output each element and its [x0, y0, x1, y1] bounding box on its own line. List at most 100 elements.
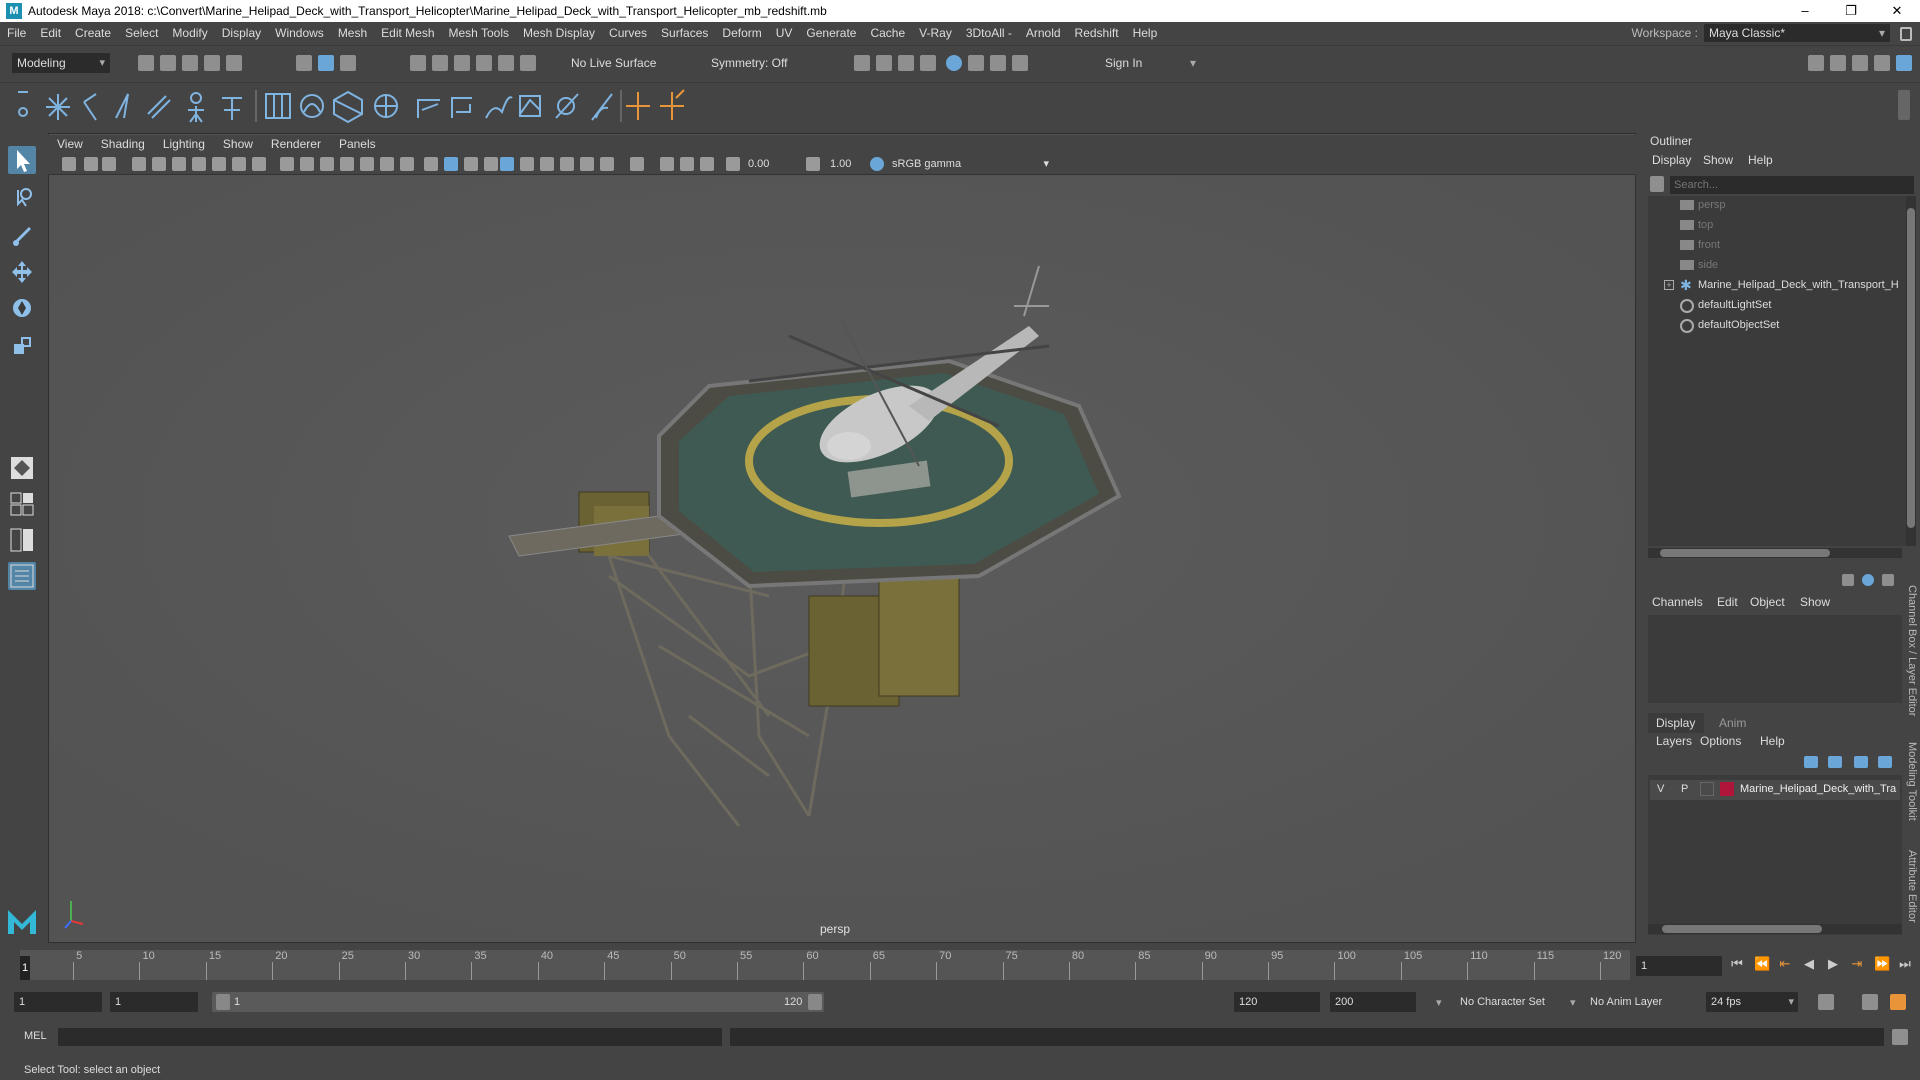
channel-box-key-icon[interactable]	[1842, 574, 1854, 586]
wire-tool-icon[interactable]	[451, 97, 472, 118]
play-backwards-icon[interactable]: ◀	[1802, 957, 1816, 971]
outliner-item-default-light-set[interactable]: defaultLightSet	[1698, 296, 1771, 314]
menu-file[interactable]: File	[0, 26, 33, 40]
isolate-select-icon[interactable]	[424, 157, 438, 171]
single-perspective-layout-button[interactable]	[8, 454, 36, 482]
channel-box-settings-icon[interactable]	[1882, 574, 1894, 586]
menu-arnold[interactable]: Arnold	[1019, 26, 1068, 40]
screen-space-ao-icon[interactable]	[540, 157, 554, 171]
menu-windows[interactable]: Windows	[268, 26, 331, 40]
isolate-icon[interactable]	[630, 157, 644, 171]
modeling-toolkit-icon[interactable]	[1808, 55, 1824, 71]
viewport-menu-renderer[interactable]: Renderer	[262, 137, 330, 151]
pencil-curve-tool-icon[interactable]	[115, 93, 129, 119]
bookmarks-icon[interactable]	[102, 157, 116, 171]
cv-curve-tool-icon[interactable]	[46, 94, 70, 120]
viewport-menu-panels[interactable]: Panels	[330, 137, 385, 151]
film-gate-icon[interactable]	[212, 157, 226, 171]
nonlinear-deformer-icon[interactable]	[555, 93, 579, 119]
aspect-ratio-icon[interactable]	[680, 157, 694, 171]
workspace-dropdown[interactable]: Maya Classic*	[1704, 24, 1890, 42]
safe-action-icon[interactable]	[300, 157, 314, 171]
minimize-icon[interactable]: –	[1782, 0, 1828, 22]
safe-title-icon[interactable]	[320, 157, 334, 171]
2d-pan-zoom-icon[interactable]	[152, 157, 166, 171]
paint-select-tool-button[interactable]	[8, 222, 36, 250]
outliner-toggle-icon[interactable]	[1896, 55, 1912, 71]
bezier-curve-tool-icon[interactable]	[147, 95, 171, 119]
blend-shape-icon[interactable]	[417, 99, 440, 118]
hud-icon[interactable]	[660, 157, 674, 171]
step-forward-key-icon[interactable]: ⏩	[1874, 957, 1890, 971]
character-set-dropdown[interactable]: No Character Set	[1460, 996, 1545, 1008]
gamma-icon[interactable]	[806, 157, 820, 171]
camera-attributes-icon[interactable]	[84, 157, 98, 171]
create-joints-icon[interactable]	[188, 92, 204, 123]
outliner-item-default-object-set[interactable]: defaultObjectSet	[1698, 316, 1779, 334]
grid-toggle-icon[interactable]	[192, 157, 206, 171]
channels-menu-edit[interactable]: Edit	[1717, 595, 1738, 609]
wireframe-icon[interactable]	[340, 157, 354, 171]
cluster-icon[interactable]	[300, 94, 324, 118]
command-input[interactable]	[58, 1028, 722, 1046]
animation-end-field[interactable]: 200	[1330, 992, 1416, 1012]
menu-curves[interactable]: Curves	[602, 26, 654, 40]
playback-start-field[interactable]: 1	[110, 992, 198, 1012]
select-object-icon[interactable]	[318, 55, 334, 71]
menu-uv[interactable]: UV	[769, 26, 800, 40]
xray-joints-icon[interactable]	[520, 157, 534, 171]
render-frame-icon[interactable]	[876, 55, 892, 71]
viewport-menu-lighting[interactable]: Lighting	[154, 137, 214, 151]
menu-vray[interactable]: V-Ray	[912, 26, 959, 40]
gamma-field[interactable]: 1.00	[826, 155, 866, 173]
side-tab-modeling-toolkit[interactable]: Modeling Toolkit	[1904, 742, 1918, 821]
range-end-handle[interactable]	[808, 994, 822, 1010]
layer-visibility-toggle[interactable]: V	[1657, 783, 1664, 795]
viewport-2-icon[interactable]	[700, 157, 714, 171]
chevron-down-icon[interactable]: ▾	[1436, 996, 1442, 1009]
xray-icon[interactable]	[500, 157, 514, 171]
snap-edge-icon[interactable]	[520, 55, 536, 71]
play-forwards-icon[interactable]: ▶	[1826, 957, 1840, 971]
menu-select[interactable]: Select	[118, 26, 165, 40]
snap-point-icon[interactable]	[454, 55, 470, 71]
wireframe-on-shaded-icon[interactable]	[444, 157, 458, 171]
menu-mesh[interactable]: Mesh	[331, 26, 374, 40]
ipr-render-icon[interactable]	[898, 55, 914, 71]
menu-cache[interactable]: Cache	[863, 26, 912, 40]
menu-3dtoall[interactable]: 3DtoAll -	[959, 26, 1019, 40]
two-view-layout-button[interactable]	[8, 526, 36, 554]
wrap-deformer-icon[interactable]	[519, 95, 541, 117]
outliner-item-helipad-group[interactable]: Marine_Helipad_Deck_with_Transport_H	[1698, 276, 1899, 294]
tool-settings-icon[interactable]	[1852, 55, 1868, 71]
time-slider-track[interactable]	[20, 950, 1630, 980]
lasso-tool-button[interactable]	[8, 184, 36, 212]
ep-curve-tool-icon[interactable]	[83, 93, 97, 121]
new-layer-selected-icon[interactable]	[1878, 756, 1892, 768]
lock-icon[interactable]	[1900, 27, 1912, 41]
fps-dropdown[interactable]: 24 fps ▾	[1706, 992, 1798, 1012]
side-tab-attribute-editor[interactable]: Attribute Editor	[1904, 850, 1918, 923]
gate-mask-icon[interactable]	[252, 157, 266, 171]
menu-redshift[interactable]: Redshift	[1068, 26, 1126, 40]
step-forward-frame-icon[interactable]: ⇥	[1850, 957, 1864, 971]
menu-mesh-display[interactable]: Mesh Display	[516, 26, 602, 40]
render-settings-icon[interactable]	[920, 55, 936, 71]
snap-view-icon[interactable]	[476, 55, 492, 71]
playback-end-field[interactable]: 120	[1234, 992, 1320, 1012]
select-component-icon[interactable]	[340, 55, 356, 71]
depth-of-field-icon[interactable]	[600, 157, 614, 171]
current-frame-field[interactable]: 1	[1636, 956, 1722, 976]
four-view-layout-button[interactable]	[8, 490, 36, 518]
motion-blur-icon[interactable]	[560, 157, 574, 171]
outliner-horizontal-scrollbar[interactable]	[1648, 548, 1902, 558]
layer-name[interactable]: Marine_Helipad_Deck_with_Tra	[1740, 783, 1898, 795]
new-scene-icon[interactable]	[138, 55, 154, 71]
move-layer-up-icon[interactable]	[1804, 756, 1818, 768]
save-scene-icon[interactable]	[182, 55, 198, 71]
channel-box-toggle-icon[interactable]	[1874, 55, 1890, 71]
go-to-end-icon[interactable]: ⏭	[1898, 957, 1912, 971]
step-back-key-icon[interactable]: ⏪	[1754, 957, 1770, 971]
snap-pivot-icon[interactable]	[660, 89, 685, 120]
snap-curve-icon[interactable]	[432, 55, 448, 71]
